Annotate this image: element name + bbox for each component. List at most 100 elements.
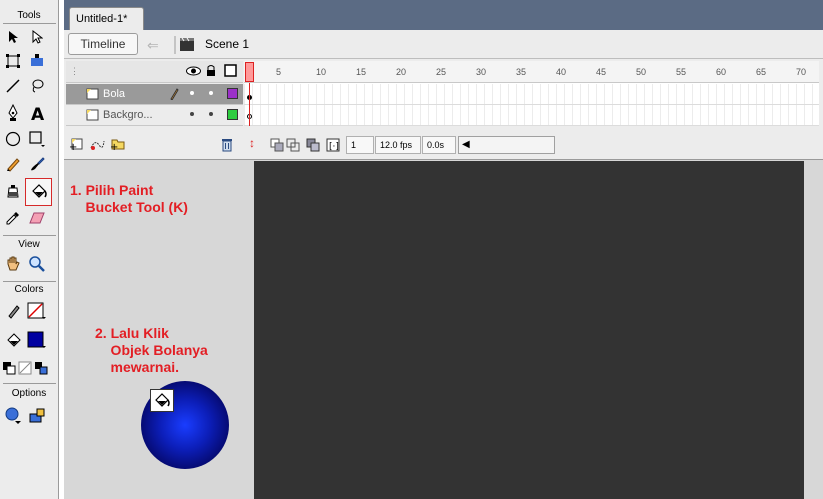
colors-title: Colors [14,284,44,295]
tools-title: Tools [17,10,41,21]
line-tool-icon[interactable] [2,75,24,97]
outline-all-icon[interactable] [224,64,237,80]
document-tab-bar: Untitled-1* [64,0,823,30]
text-tool-icon[interactable]: A [26,102,48,124]
frame-row[interactable] [244,84,819,105]
selection-tool-icon[interactable] [2,26,24,48]
layer-header: ⋮ [66,61,243,83]
delete-layer-icon[interactable] [220,137,234,155]
frame-number: 10 [316,67,327,77]
svg-text:[·]: [·] [329,142,339,152]
zoom-tool-icon[interactable] [26,253,48,275]
rectangle-tool-icon[interactable] [26,128,48,150]
pen-tool-icon[interactable] [2,102,24,124]
back-arrow-icon[interactable]: ⇐ [147,37,159,54]
lock-dot[interactable] [209,91,213,95]
lock-dot[interactable] [209,112,213,116]
frame-number: 50 [636,67,647,77]
annotation-step-1: 1. Pilih Paint Bucket Tool (K) [70,182,188,215]
oval-tool-icon[interactable] [2,128,24,150]
stage[interactable] [254,161,804,499]
frame-row[interactable] [244,105,819,126]
onion-skin-outlines-icon[interactable] [286,138,300,155]
scene-icon [171,36,199,57]
frame-number: 25 [436,67,447,77]
divider [3,281,56,282]
horizontal-scrollbar[interactable]: ◀ [458,136,555,154]
lock-fill-option-icon[interactable] [26,404,48,426]
layer-list: ⋮ Bola Backgro... + + [66,61,243,155]
stroke-color-swatch[interactable] [26,300,48,322]
frame-number: 35 [516,67,527,77]
no-color-icon[interactable] [17,357,33,379]
annotation-step-2: 2. Lalu Klik Objek Bolanya mewarnai. [95,325,208,375]
tools-panel: Tools A View Colors Options [0,0,59,499]
frame-number: 45 [596,67,607,77]
eyedropper-tool-icon[interactable] [2,207,24,229]
playhead-line [249,83,250,126]
fill-color-icon [2,329,24,351]
frame-ruler[interactable]: 5 10 15 20 25 30 35 40 45 50 55 60 65 70 [244,61,819,83]
paint-bucket-tool-icon[interactable] [25,178,52,206]
layer-tools: + + [66,135,243,155]
document-tab[interactable]: Untitled-1* [69,7,144,30]
current-frame-field: 1 [346,136,374,154]
gradient-transform-tool-icon[interactable] [26,50,48,72]
view-title: View [18,239,40,250]
playhead[interactable] [245,62,254,82]
edit-bar: Timeline ⇐ Scene 1 [64,30,823,59]
onion-skin-icon[interactable] [270,138,284,155]
frame-number: 70 [796,67,807,77]
brush-tool-icon[interactable] [26,153,48,175]
visibility-dot[interactable] [190,91,194,95]
show-hide-all-icon[interactable] [186,65,201,80]
frame-number: 60 [716,67,727,77]
divider [3,383,56,384]
hand-tool-icon[interactable] [2,253,24,275]
free-transform-tool-icon[interactable] [2,50,24,72]
frame-number: 65 [756,67,767,77]
modify-onion-markers-icon[interactable]: [·] [326,138,340,155]
divider [3,235,56,236]
elapsed-time-field: 0.0s [422,136,456,154]
frame-rate-field[interactable]: 12.0 fps [375,136,421,154]
eraser-tool-icon[interactable] [26,207,48,229]
pencil-icon [169,87,179,103]
scroll-left-icon[interactable]: ◀ [462,139,470,150]
lock-all-icon[interactable] [206,64,216,80]
grip-icon: ⋮ [70,66,79,76]
insert-layer-icon[interactable]: + [69,137,85,154]
black-white-icon[interactable] [1,357,17,379]
layer-color-swatch[interactable] [227,88,238,99]
frame-number: 5 [276,67,282,77]
frame-number: 15 [356,67,367,77]
edit-multiple-frames-icon[interactable] [306,138,320,155]
ink-bottle-tool-icon[interactable] [2,180,24,202]
swap-colors-icon[interactable] [33,357,49,379]
stroke-color-icon [2,300,24,322]
options-title: Options [11,388,47,399]
timeline-toggle-button[interactable]: Timeline [68,33,138,55]
add-motion-guide-icon[interactable] [89,137,105,154]
svg-text:+: + [69,142,77,151]
pencil-tool-icon[interactable] [2,153,24,175]
gap-size-option-icon[interactable] [2,404,24,426]
timeline-status-bar: ↕ [·] 1 12.0 fps 0.0s ◀ [244,135,819,155]
center-frame-icon[interactable]: ↕ [249,136,255,150]
layer-row[interactable]: Bola [66,84,243,105]
paint-bucket-cursor-icon [150,389,174,412]
fill-color-swatch[interactable] [26,329,48,351]
layer-color-swatch[interactable] [227,109,238,120]
timeline-panel: ⋮ Bola Backgro... + + 5 10 15 20 25 30 3… [64,59,823,159]
divider [3,23,56,24]
visibility-dot[interactable] [190,112,194,116]
scene-label[interactable]: Scene 1 [205,37,249,51]
subselection-tool-icon[interactable] [26,26,48,48]
layer-name: Backgro... [103,109,153,121]
layer-row[interactable]: Backgro... [66,105,243,126]
svg-text:+: + [110,142,118,151]
insert-folder-icon[interactable]: + [110,137,126,154]
lasso-tool-icon[interactable] [26,75,48,97]
frame-number: 40 [556,67,567,77]
frame-grid[interactable]: 5 10 15 20 25 30 35 40 45 50 55 60 65 70 [244,61,819,126]
